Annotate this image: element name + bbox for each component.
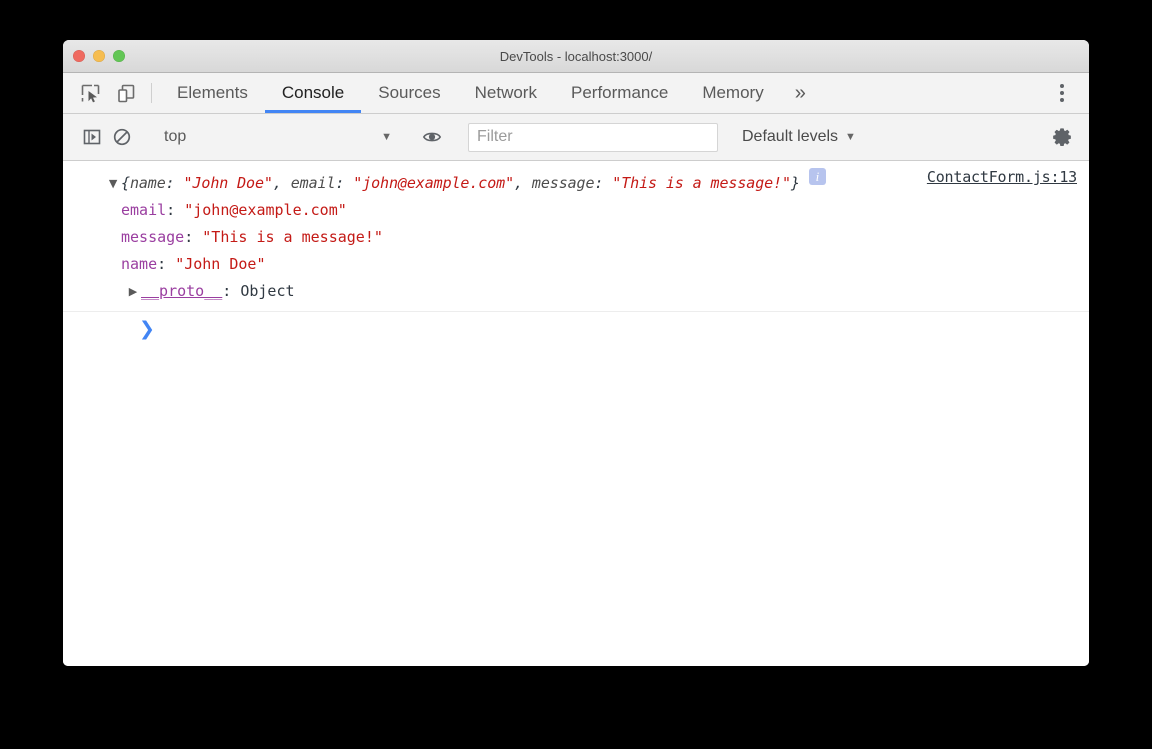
more-tabs-icon[interactable]: » [781,73,820,113]
property-value-message: "This is a message!" [202,228,383,246]
tab-network[interactable]: Network [458,73,554,113]
chevron-down-icon-levels: ▼ [845,130,856,143]
preview-key-email: email [290,174,336,192]
property-value-proto: Object [240,282,295,300]
property-key-proto[interactable]: __proto__ [141,278,222,305]
object-preview-text: {name: "John Doe", email: "john@example.… [121,174,800,192]
filter-placeholder: Filter [477,128,513,145]
maximize-window-button[interactable] [113,50,125,62]
tabbar-divider [151,83,152,103]
property-key-name: name [121,255,158,273]
traffic-lights [73,50,125,62]
kebab-menu-icon[interactable] [1047,78,1077,108]
console-prompt-row[interactable]: ❯ [63,312,1089,346]
close-window-button[interactable] [73,50,85,62]
devtools-tabbar: Elements Console Sources Network Perform… [63,73,1089,114]
preview-value-message: "This is a message!" [612,174,791,192]
property-row-email: email: "john@example.com" [63,197,1089,224]
tab-performance[interactable]: Performance [554,73,685,113]
console-message-group: ContactForm.js:13 ▼ {name: "John Doe", e… [63,161,1089,312]
preview-sep-0: , [272,174,291,192]
property-row-name: name: "John Doe" [63,251,1089,278]
minimize-window-button[interactable] [93,50,105,62]
tabbar-right [1030,73,1089,113]
property-key-email: email [121,201,167,219]
preview-sep-1: , [514,174,532,192]
source-link[interactable]: ContactForm.js:13 [927,168,1077,186]
preview-key-message: message [531,174,595,192]
devtools-window: DevTools - localhost:3000/ Elements Cons… [63,40,1089,666]
tab-sources[interactable]: Sources [361,73,457,113]
filter-input[interactable]: Filter [468,122,718,152]
prompt-chevron-icon: ❯ [139,317,155,340]
property-row-proto[interactable]: ▶ __proto__: Object [63,278,1089,305]
tabbar-left-icons [63,73,143,113]
execution-context-select[interactable]: top ▼ [154,122,400,152]
tab-console[interactable]: Console [264,73,362,113]
live-expression-icon[interactable] [417,122,447,152]
settings-gear-icon[interactable] [1047,122,1077,152]
clear-console-icon[interactable] [107,122,137,152]
property-key-message: message [121,228,185,246]
preview-value-name: "John Doe" [183,174,273,192]
property-value-email: "john@example.com" [184,201,347,219]
preview-open-brace: { [121,174,130,192]
expand-arrow-closed-icon[interactable]: ▶ [125,278,141,305]
property-row-message: message: "This is a message!" [63,224,1089,251]
console-sidebar-icon[interactable] [77,122,107,152]
window-title: DevTools - localhost:3000/ [499,48,653,64]
console-output[interactable]: ContactForm.js:13 ▼ {name: "John Doe", e… [63,161,1089,666]
property-value-name: "John Doe" [175,255,266,273]
window-titlebar: DevTools - localhost:3000/ [63,40,1089,73]
tab-elements[interactable]: Elements [160,73,265,113]
info-badge: i [808,168,826,185]
expand-arrow-open-icon[interactable]: ▼ [105,170,121,197]
inspect-element-icon[interactable] [77,80,103,106]
log-levels-value: Default levels [742,128,839,145]
preview-value-email: "john@example.com" [353,174,515,192]
tab-memory[interactable]: Memory [685,73,780,113]
log-levels-select[interactable]: Default levels ▼ [732,122,866,152]
tab-list: Elements Console Sources Network Perform… [160,73,1030,113]
preview-close-brace: } [790,174,800,192]
console-toolbar: top ▼ Filter Default levels ▼ [63,114,1089,161]
chevron-down-icon: ▼ [381,130,392,143]
execution-context-value: top [164,128,187,145]
device-toolbar-icon[interactable] [113,80,139,106]
preview-key-name: name [129,174,166,192]
